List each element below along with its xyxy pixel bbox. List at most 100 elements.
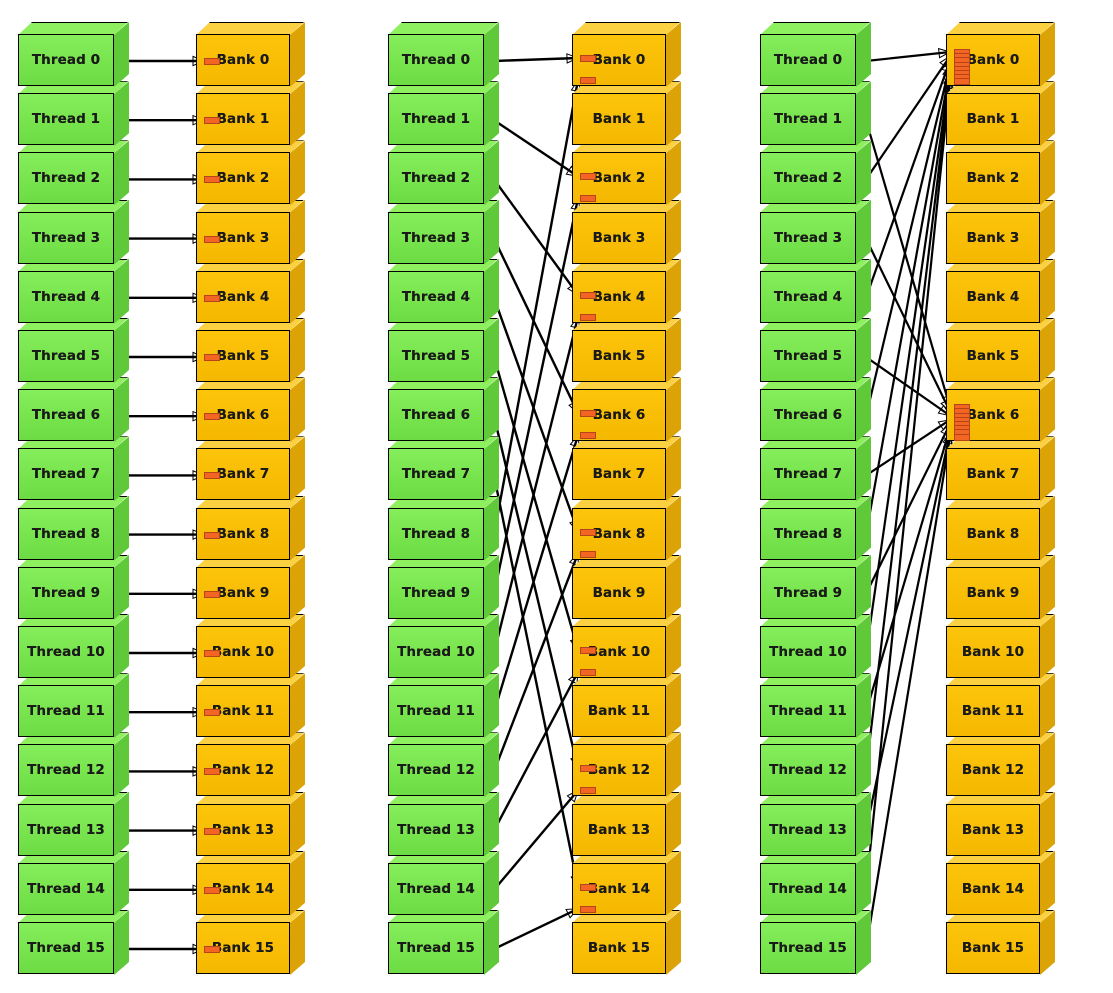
thread-box-p2-label: Thread 13 bbox=[397, 821, 475, 838]
bank-box-p1-label: Bank 14 bbox=[211, 880, 275, 897]
thread-box-p1-14: Thread 14 bbox=[18, 850, 129, 916]
thread-box-p1-label: Thread 11 bbox=[27, 703, 105, 720]
bank-box-p1-label: Bank 8 bbox=[216, 525, 270, 542]
box-front-face: Bank 8 bbox=[946, 507, 1040, 560]
thread-box-p1-label: Thread 13 bbox=[27, 821, 105, 838]
bank-box-p3-11: Bank 11 bbox=[946, 673, 1055, 739]
box-front-face: Thread 3 bbox=[760, 211, 856, 264]
thread-box-p2-label: Thread 11 bbox=[397, 703, 475, 720]
thread-box-p2-label: Thread 0 bbox=[401, 52, 471, 68]
box-front-face: Bank 13 bbox=[946, 803, 1040, 856]
connection-arrow bbox=[864, 432, 952, 831]
bank-box-p3-label: Bank 14 bbox=[961, 880, 1025, 897]
bank-box-p3-label: Bank 9 bbox=[966, 584, 1020, 601]
box-front-face: Thread 13 bbox=[18, 803, 114, 856]
thread-box-p2-label: Thread 6 bbox=[401, 407, 471, 424]
bank-box-p2-label: Bank 11 bbox=[587, 703, 651, 720]
bank-box-p1-label: Bank 2 bbox=[216, 170, 270, 187]
bank-box-p3-label: Bank 8 bbox=[966, 525, 1020, 542]
thread-box-p1-label: Thread 15 bbox=[27, 940, 105, 956]
bank-box-p2-label: Bank 4 bbox=[592, 288, 646, 305]
box-front-face: Bank 3 bbox=[946, 211, 1040, 264]
bank-box-p3-9: Bank 9 bbox=[946, 554, 1055, 620]
thread-box-p2-label: Thread 4 bbox=[401, 288, 471, 305]
connection-arrow bbox=[864, 77, 952, 772]
bank-box-p3-label: Bank 4 bbox=[966, 288, 1020, 305]
bank-access-marker-0-14 bbox=[954, 78, 970, 86]
thread-box-p1-label: Thread 1 bbox=[31, 111, 101, 128]
bank-box-p2-label: Bank 9 bbox=[592, 584, 646, 601]
bank-box-p1-label: Bank 6 bbox=[216, 407, 270, 424]
box-front-face: Bank 10 bbox=[946, 626, 1040, 678]
box-front-face: Thread 3 bbox=[388, 211, 484, 264]
thread-box-p3-label: Thread 2 bbox=[773, 170, 843, 187]
thread-box-p3-6: Thread 6 bbox=[760, 377, 871, 443]
connection-arrow bbox=[864, 119, 952, 408]
thread-box-p2-label: Thread 14 bbox=[397, 880, 475, 897]
connection-arrow bbox=[865, 55, 951, 181]
bank-access-marker-4 bbox=[204, 294, 220, 302]
thread-box-p2-9: Thread 9 bbox=[388, 554, 499, 620]
bank-box-p1-5: Bank 5 bbox=[196, 318, 305, 383]
thread-box-p2-label: Thread 2 bbox=[401, 170, 471, 187]
thread-box-p1-12: Thread 12 bbox=[18, 732, 129, 798]
thread-box-p1-2: Thread 2 bbox=[18, 140, 129, 206]
bank-box-p3-label: Bank 0 bbox=[966, 52, 1020, 68]
box-front-face: Thread 2 bbox=[18, 152, 114, 205]
box-front-face: Thread 1 bbox=[18, 93, 114, 146]
box-front-face: Thread 4 bbox=[760, 270, 856, 323]
bank-box-p3-label: Bank 10 bbox=[961, 644, 1025, 660]
box-front-face: Thread 13 bbox=[388, 803, 484, 856]
thread-box-p1-label: Thread 6 bbox=[31, 407, 101, 424]
thread-box-p2-label: Thread 1 bbox=[401, 111, 471, 128]
connection-arrow bbox=[864, 81, 952, 890]
box-front-face: Thread 9 bbox=[18, 566, 114, 619]
thread-box-p2-label: Thread 9 bbox=[401, 584, 471, 601]
box-front-face: Bank 9 bbox=[946, 566, 1040, 619]
bank-box-p1-label: Bank 3 bbox=[216, 229, 270, 246]
box-front-face: Thread 14 bbox=[388, 862, 484, 915]
box-front-face: Bank 4 bbox=[946, 270, 1040, 323]
bank-box-p3-8: Bank 8 bbox=[946, 495, 1055, 561]
box-front-face: Thread 5 bbox=[388, 330, 484, 382]
thread-box-p3-label: Thread 10 bbox=[769, 644, 847, 660]
box-front-face: Thread 10 bbox=[760, 626, 856, 678]
bank-box-p3-3: Bank 3 bbox=[946, 199, 1055, 265]
bank-box-p2-label: Bank 3 bbox=[592, 229, 646, 246]
bank-box-p1-11: Bank 11 bbox=[196, 673, 305, 739]
bank-box-p1-6: Bank 6 bbox=[196, 377, 305, 443]
box-front-face: Thread 4 bbox=[388, 270, 484, 323]
bank-box-p1-1: Bank 1 bbox=[196, 81, 305, 147]
box-front-face: Thread 7 bbox=[760, 448, 856, 501]
box-front-face: Thread 15 bbox=[388, 922, 484, 974]
thread-box-p2-label: Thread 10 bbox=[397, 644, 475, 660]
thread-box-p2-label: Thread 7 bbox=[401, 466, 471, 483]
bank-access-marker-4-b bbox=[580, 313, 596, 321]
bank-box-p2-label: Bank 14 bbox=[587, 880, 651, 897]
thread-box-p1-11: Thread 11 bbox=[18, 673, 129, 739]
box-front-face: Thread 5 bbox=[760, 330, 856, 382]
bank-box-p2-label: Bank 0 bbox=[592, 52, 646, 68]
bank-access-marker-1 bbox=[204, 117, 220, 125]
bank-access-marker-10-b bbox=[580, 669, 596, 676]
bank-access-marker-2-a bbox=[580, 173, 596, 181]
thread-box-p2-1: Thread 1 bbox=[388, 81, 499, 147]
bank-box-p2-1: Bank 1 bbox=[572, 81, 681, 147]
bank-box-p1-label: Bank 4 bbox=[216, 288, 270, 305]
thread-box-p3-label: Thread 13 bbox=[769, 821, 847, 838]
box-front-face: Thread 14 bbox=[760, 862, 856, 915]
bank-box-p2-label: Bank 15 bbox=[587, 940, 651, 956]
bank-box-p1-15: Bank 15 bbox=[196, 910, 305, 975]
bank-access-marker-0 bbox=[204, 58, 220, 65]
box-front-face: Thread 0 bbox=[18, 34, 114, 86]
bank-box-p3-5: Bank 5 bbox=[946, 318, 1055, 383]
thread-box-p2-7: Thread 7 bbox=[388, 436, 499, 502]
box-front-face: Bank 14 bbox=[946, 862, 1040, 915]
bank-access-marker-12-b bbox=[580, 787, 596, 795]
box-front-face: Bank 5 bbox=[946, 330, 1040, 382]
bank-box-p1-14: Bank 14 bbox=[196, 850, 305, 916]
box-front-face: Bank 1 bbox=[572, 93, 666, 146]
thread-box-p3-label: Thread 15 bbox=[769, 940, 847, 956]
bank-access-marker-2 bbox=[204, 176, 220, 184]
box-front-face: Thread 12 bbox=[760, 744, 856, 797]
